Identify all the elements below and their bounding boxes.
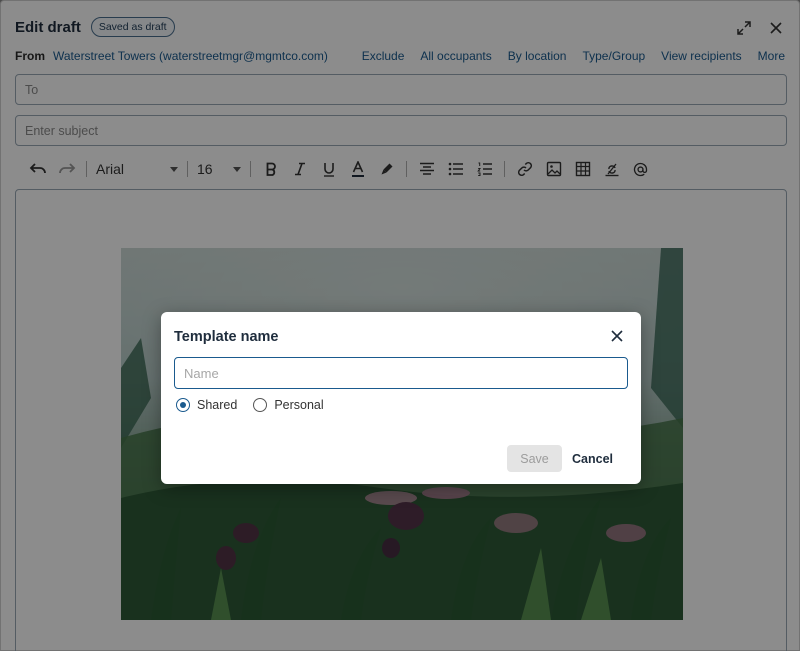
template-visibility-options: Shared Personal xyxy=(176,398,324,412)
template-name-input[interactable] xyxy=(174,357,628,389)
template-name-dialog: Template name Shared Personal Save Cance… xyxy=(161,312,641,484)
save-button[interactable]: Save xyxy=(507,445,562,472)
close-icon[interactable] xyxy=(610,329,626,345)
radio-unselected-icon xyxy=(253,398,268,412)
personal-radio[interactable]: Personal xyxy=(253,398,324,412)
shared-radio[interactable]: Shared xyxy=(176,398,237,412)
dialog-title: Template name xyxy=(174,329,279,345)
personal-radio-label: Personal xyxy=(274,398,324,412)
shared-radio-label: Shared xyxy=(197,398,238,412)
cancel-button[interactable]: Cancel xyxy=(572,452,613,466)
radio-selected-icon xyxy=(176,398,190,412)
